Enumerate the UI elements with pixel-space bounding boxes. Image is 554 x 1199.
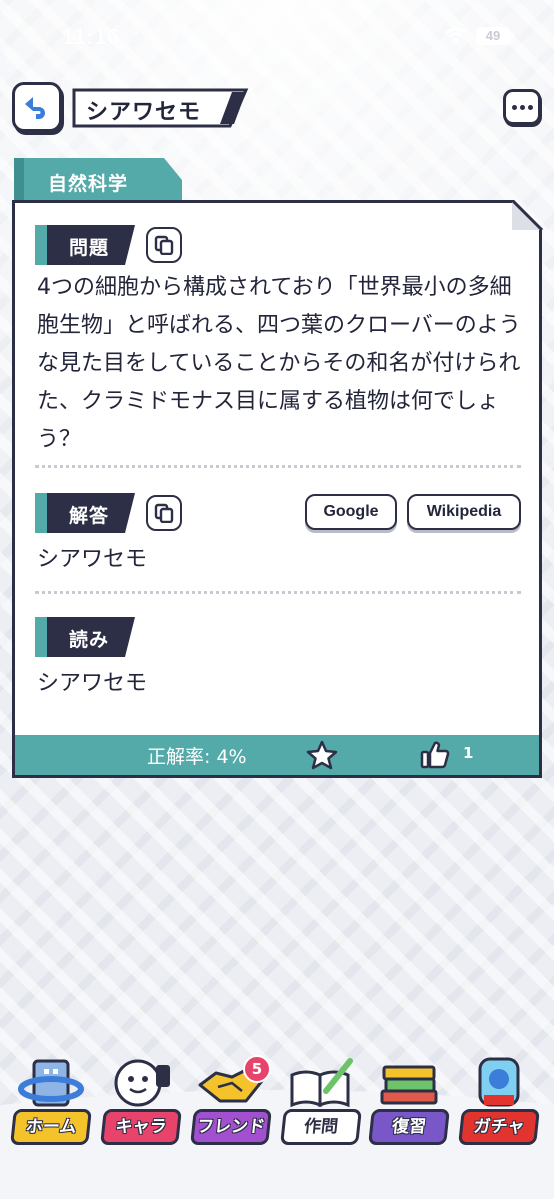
wikipedia-button[interactable]: Wikipedia — [407, 494, 521, 530]
nav-label-friend: フレンド — [190, 1109, 272, 1145]
divider — [35, 591, 521, 594]
nav-label-review: 復習 — [368, 1109, 450, 1145]
divider — [35, 465, 521, 468]
reading-label: 読み — [35, 617, 135, 657]
nav-item-friend[interactable]: 5 フレンド — [188, 1055, 274, 1155]
answer-label-text: 解答 — [69, 505, 110, 527]
book-pencil-icon — [290, 1058, 353, 1108]
reading-label-text: 読み — [69, 629, 110, 651]
google-search-button[interactable]: Google — [305, 494, 397, 530]
question-text: 4つの細胞から構成されており「世界最小の多細胞生物」と呼ばれる、四つ葉のクローバ… — [37, 275, 521, 452]
nav-label-home: ホーム — [10, 1109, 92, 1145]
question-card: 問題 4つの細胞から構成されており「世界最小の多細胞生物」と呼ばれる、四つ葉のク… — [12, 200, 542, 778]
answer-text: シアワセモ — [37, 547, 148, 572]
card-corner-fold — [512, 200, 544, 232]
copy-icon — [154, 503, 174, 523]
back-button[interactable] — [12, 82, 62, 132]
answer-label: 解答 — [35, 493, 135, 533]
more-options-button[interactable] — [503, 89, 541, 125]
bottom-nav: ホーム キャラ 5 フレンド 作問 復習 ガチャ — [0, 1045, 554, 1199]
page-title: シアワセモ — [86, 100, 202, 125]
status-bar: 11:16 49 — [0, 0, 554, 72]
character-icon — [114, 1059, 170, 1107]
nav-item-create-question[interactable]: 作問 — [278, 1055, 364, 1155]
title-banner: シアワセモ — [70, 88, 250, 128]
back-arrow-icon — [25, 97, 45, 119]
category-label: 自然科学 — [48, 173, 129, 195]
favorite-star-icon[interactable] — [306, 740, 338, 774]
reading-text: シアワセモ — [37, 671, 148, 696]
like-count: 1 — [463, 744, 474, 762]
home-icon — [18, 1059, 84, 1107]
more-dot-icon — [512, 105, 517, 110]
copy-icon — [154, 235, 174, 255]
nav-label-create-question: 作問 — [280, 1109, 362, 1145]
question-label-text: 問題 — [69, 237, 110, 259]
battery-icon: 49 — [476, 27, 514, 45]
nav-label-character: キャラ — [100, 1109, 182, 1145]
more-dot-icon — [528, 105, 533, 110]
nav-item-character[interactable]: キャラ — [98, 1055, 184, 1155]
nav-item-gacha[interactable]: ガチャ — [456, 1055, 542, 1155]
more-dot-icon — [520, 105, 525, 110]
like-thumb-icon[interactable] — [419, 739, 451, 775]
nav-item-home[interactable]: ホーム — [8, 1055, 94, 1155]
status-time: 11:16 — [62, 24, 120, 49]
gacha-icon — [478, 1057, 520, 1107]
stack-books-icon — [380, 1065, 438, 1105]
wifi-icon — [444, 26, 468, 48]
question-label: 問題 — [35, 225, 135, 265]
nav-item-review[interactable]: 復習 — [366, 1055, 452, 1155]
friend-notification-badge: 5 — [243, 1055, 271, 1083]
card-footer: 正解率: 4% 1 — [15, 735, 539, 775]
nav-label-gacha: ガチャ — [458, 1109, 540, 1145]
category-tab: 自然科学 — [14, 158, 184, 202]
copy-answer-button[interactable] — [146, 495, 182, 531]
accuracy-rate: 正解率: 4% — [147, 746, 247, 768]
copy-question-button[interactable] — [146, 227, 182, 263]
